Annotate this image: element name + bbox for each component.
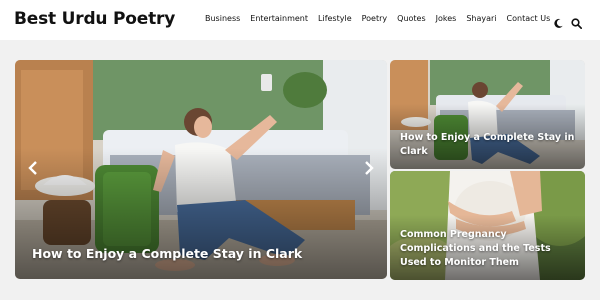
chevron-left-icon[interactable] xyxy=(27,160,41,176)
featured-post-card[interactable]: Common Pregnancy Complications and the T… xyxy=(390,171,585,280)
nav-item-quotes[interactable]: Quotes xyxy=(397,14,426,26)
post-title[interactable]: How to Enjoy a Complete Stay in Clark xyxy=(400,131,575,159)
nav-item-entertainment[interactable]: Entertainment xyxy=(250,14,308,26)
post-title[interactable]: Common Pregnancy Complications and the T… xyxy=(400,228,575,270)
main-nav: Business Entertainment Lifestyle Poetry … xyxy=(205,14,550,26)
nav-item-shayari[interactable]: Shayari xyxy=(466,14,496,26)
chevron-right-icon[interactable] xyxy=(361,160,375,176)
featured-post-card[interactable]: How to Enjoy a Complete Stay in Clark xyxy=(390,60,585,169)
featured-slider[interactable]: How to Enjoy a Complete Stay in Clark xyxy=(15,60,387,279)
nav-item-poetry[interactable]: Poetry xyxy=(362,14,388,26)
nav-item-business[interactable]: Business xyxy=(205,14,240,26)
nav-item-jokes[interactable]: Jokes xyxy=(436,14,457,26)
search-icon[interactable] xyxy=(571,14,583,30)
nav-item-contact-us[interactable]: Contact Us xyxy=(507,14,551,26)
nav-item-lifestyle[interactable]: Lifestyle xyxy=(318,14,352,26)
site-header: Best Urdu Poetry Business Entertainment … xyxy=(0,0,600,40)
site-title[interactable]: Best Urdu Poetry xyxy=(14,9,175,29)
moon-icon[interactable] xyxy=(553,14,564,28)
hero-post-title[interactable]: How to Enjoy a Complete Stay in Clark xyxy=(32,246,302,261)
